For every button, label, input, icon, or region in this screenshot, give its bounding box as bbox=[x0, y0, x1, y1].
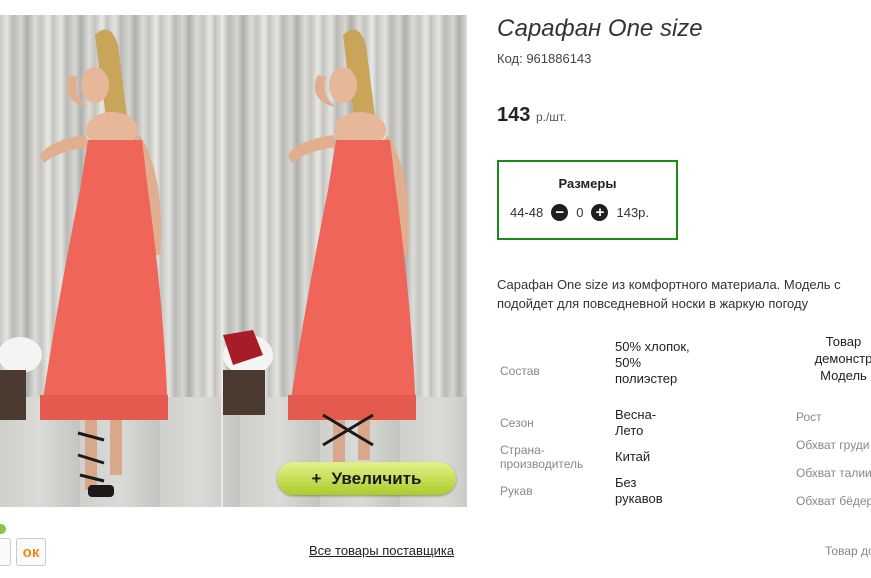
plus-icon: + bbox=[311, 468, 322, 488]
property-label-sleeve: Рукав bbox=[500, 484, 533, 498]
model-height-label: Рост bbox=[796, 410, 822, 424]
zoom-button-label: Увеличить bbox=[331, 468, 422, 488]
product-photo[interactable]: + Увеличить bbox=[0, 15, 467, 507]
property-value-country: Китай bbox=[615, 449, 651, 464]
size-label: 44-48 bbox=[510, 205, 544, 220]
size-row: 44-48 − 0 + 143р. bbox=[510, 204, 649, 221]
all-supplier-goods-link[interactable]: Все товары поставщика bbox=[309, 543, 454, 558]
quantity-value[interactable]: 0 bbox=[576, 205, 583, 220]
description-line-2: подойдет для повседневной носки в жаркую… bbox=[497, 296, 809, 311]
model-waist-label: Обхват талии bbox=[796, 466, 871, 480]
model-footer-text: Товар до bbox=[825, 544, 871, 558]
zoom-button[interactable]: + Увеличить bbox=[277, 462, 456, 495]
property-label-composition: Состав bbox=[500, 364, 540, 378]
green-marker-icon bbox=[0, 524, 6, 534]
increase-quantity-button[interactable]: + bbox=[591, 204, 609, 221]
price-unit: р./шт. bbox=[535, 110, 567, 124]
share-button-partial[interactable] bbox=[0, 538, 11, 566]
ok-icon: ок bbox=[22, 543, 40, 561]
model-hips-label: Обхват бёдер bbox=[796, 494, 871, 508]
property-label-season: Сезон bbox=[500, 416, 534, 430]
model-info-heading: Товар демонстр Модель bbox=[814, 334, 871, 383]
product-title: Сарафан One size bbox=[497, 15, 703, 42]
decrease-quantity-button[interactable]: − bbox=[551, 204, 569, 221]
price-value: 143 bbox=[497, 104, 531, 126]
description-line-1: Сарафан One size из комфортного материал… bbox=[497, 277, 841, 292]
model-bust-label: Обхват груди bbox=[796, 438, 870, 452]
sizes-box: Размеры 44-48 − 0 + 143р. bbox=[497, 160, 678, 240]
product-description: Сарафан One size из комфортного материал… bbox=[497, 275, 871, 313]
model-figure-right bbox=[223, 29, 416, 465]
sizes-title: Размеры bbox=[558, 176, 617, 191]
product-price: 143 р./шт. bbox=[497, 104, 566, 127]
product-code: Код: 961886143 bbox=[497, 51, 592, 66]
size-price: 143р. bbox=[616, 205, 650, 220]
property-value-season: Весна-Лето bbox=[615, 407, 657, 438]
ok-share-button[interactable]: ок bbox=[16, 538, 46, 566]
model-figure-left bbox=[0, 29, 168, 497]
property-value-sleeve: Без рукавов bbox=[615, 475, 663, 506]
property-value-composition: 50% хлопок, 50% полиэстер bbox=[615, 339, 690, 386]
property-label-country: Страна-производитель bbox=[500, 443, 584, 471]
